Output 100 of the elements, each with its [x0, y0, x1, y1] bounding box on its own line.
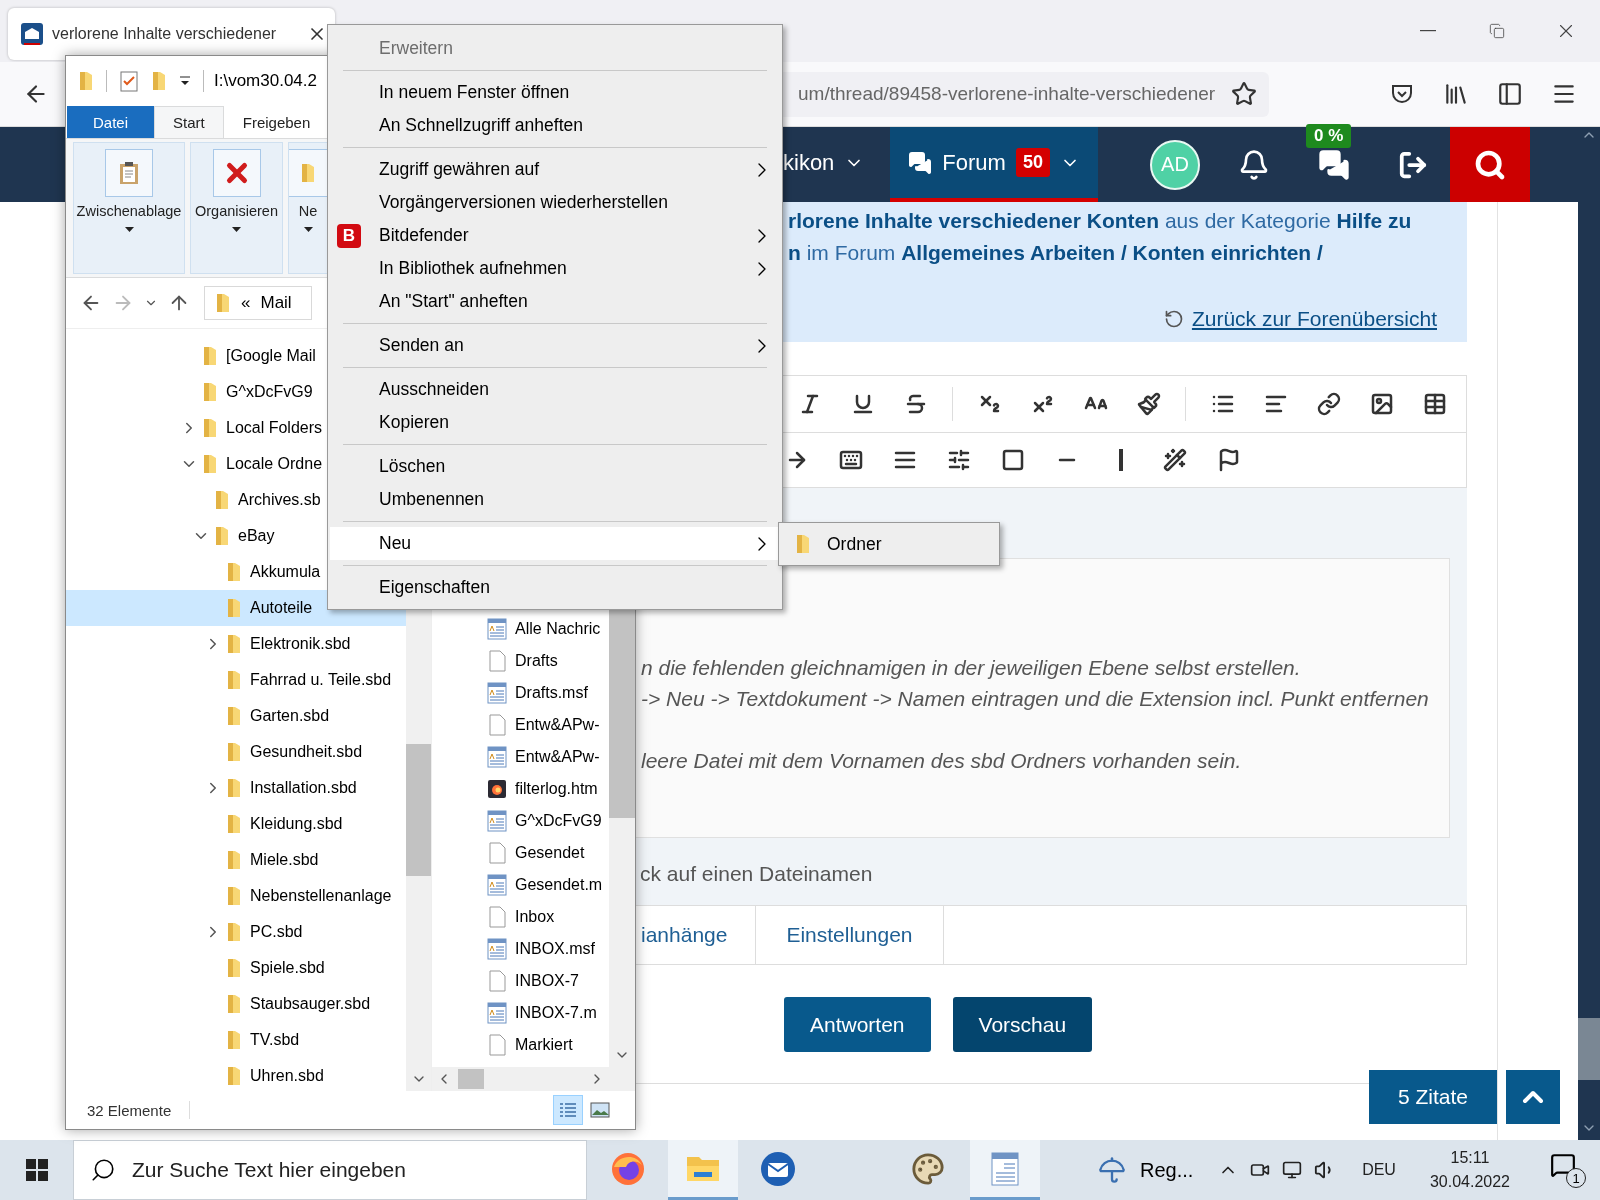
- tree-item[interactable]: TV.sbd: [66, 1022, 406, 1058]
- menu-item[interactable]: Löschen: [330, 450, 780, 483]
- ribbon-group[interactable]: Ne: [288, 142, 328, 274]
- menu-item[interactable]: Ordner: [779, 523, 999, 565]
- details-view-button[interactable]: [553, 1095, 583, 1125]
- tree-item[interactable]: Spiele.sbd: [66, 950, 406, 986]
- tree-item[interactable]: Gesundheit.sbd: [66, 734, 406, 770]
- tree-item[interactable]: Kleidung.sbd: [66, 806, 406, 842]
- tree-item[interactable]: Elektronik.sbd: [66, 626, 406, 662]
- ribbon-tab[interactable]: Datei: [67, 106, 155, 138]
- taskbar-app[interactable]: Reg...: [1090, 1140, 1202, 1200]
- language-indicator[interactable]: DEU: [1362, 1161, 1396, 1179]
- tree-item[interactable]: Garten.sbd: [66, 698, 406, 734]
- preview-button[interactable]: Vorschau: [952, 997, 1093, 1052]
- folder-icon: [226, 922, 242, 942]
- bookmark-star-icon[interactable]: [1231, 81, 1257, 107]
- tree-item[interactable]: Staubsauger.sbd: [66, 986, 406, 1022]
- file-item[interactable]: Entw&APw-: [487, 741, 609, 773]
- nav-item[interactable]: Forum 50: [890, 127, 1098, 202]
- menu-item[interactable]: Neu: [330, 527, 780, 560]
- scrollbar-thumb[interactable]: [406, 744, 431, 876]
- table-icon[interactable]: [1422, 391, 1447, 416]
- breadcrumb-text: n im Forum Allgemeines Arbeiten / Konten einrichten /: [788, 240, 1324, 266]
- scrollbar-thumb[interactable]: [458, 1069, 484, 1089]
- ribbon-tab[interactable]: Start: [154, 106, 224, 138]
- file-item[interactable]: Entw&APw-: [487, 709, 609, 741]
- menu-item[interactable]: Senden an: [330, 329, 780, 362]
- tree-item[interactable]: Uhren.sbd: [66, 1058, 406, 1091]
- document-icon: [487, 874, 507, 896]
- item-count: 32 Elemente: [87, 1101, 172, 1119]
- vertical-bar-icon[interactable]: [1118, 447, 1124, 472]
- address-bar[interactable]: « Mail: [204, 286, 312, 320]
- blank-file-icon: [487, 650, 507, 672]
- blank-file-icon: [487, 970, 507, 992]
- file-item[interactable]: Markiert: [487, 1029, 609, 1061]
- square-icon[interactable]: [1001, 447, 1025, 472]
- chat-icon[interactable]: [1317, 148, 1350, 181]
- file-item[interactable]: Drafts.msf: [487, 677, 609, 709]
- tree-item[interactable]: Installation.sbd: [66, 770, 406, 806]
- file-item[interactable]: INBOX-7: [487, 965, 609, 997]
- sliders-icon[interactable]: [947, 447, 971, 472]
- file-item[interactable]: filterlog.htm: [487, 773, 609, 805]
- network-icon[interactable]: [1282, 1160, 1303, 1180]
- breadcrumb-item[interactable]: Mail: [260, 293, 292, 313]
- menu-item[interactable]: B Bitdefender: [330, 219, 780, 252]
- search-icon: [1473, 148, 1506, 181]
- logout-icon[interactable]: [1397, 149, 1428, 180]
- editor-text: leere Datei mit dem Vornamen des sbd Ordners vorhanden sein.: [641, 748, 1243, 774]
- scroll-top-button[interactable]: [1506, 1070, 1560, 1124]
- tree-item[interactable]: Nebenstellenanlage: [66, 878, 406, 914]
- group-label: Organisieren: [195, 203, 278, 219]
- menu-item[interactable]: In neuem Fenster öffnen: [330, 76, 780, 109]
- scrollbar-thumb[interactable]: [1578, 1018, 1600, 1080]
- ribbon-group[interactable]: Zwischenablage: [73, 142, 185, 274]
- file-item[interactable]: INBOX.msf: [487, 933, 609, 965]
- folder-icon: [226, 706, 242, 726]
- link-icon[interactable]: [1316, 391, 1341, 416]
- magic-wand-icon[interactable]: [1163, 447, 1187, 472]
- paintbrush-icon[interactable]: [1136, 391, 1161, 416]
- tree-item[interactable]: Miele.sbd: [66, 842, 406, 878]
- minimize-icon: [1419, 30, 1436, 32]
- tree-item[interactable]: Fahrrad u. Teile.sbd: [66, 662, 406, 698]
- document-icon: [487, 682, 507, 704]
- details-view-icon: [559, 1101, 577, 1119]
- document-icon: [487, 938, 507, 960]
- file-item[interactable]: Inbox: [487, 901, 609, 933]
- properties-icon[interactable]: [119, 70, 139, 92]
- taskbar-app[interactable]: [970, 1140, 1040, 1200]
- image-icon[interactable]: [1369, 391, 1394, 416]
- folder-icon: [226, 562, 242, 582]
- firefox-app-icon: [610, 1150, 646, 1187]
- flag-icon[interactable]: [1217, 447, 1241, 472]
- file-item[interactable]: Gesendet: [487, 837, 609, 869]
- undo-icon: [1163, 309, 1184, 329]
- reply-button[interactable]: Antworten: [784, 997, 931, 1052]
- clock-time: 15:11: [1450, 1148, 1490, 1168]
- restore-icon: [1488, 23, 1505, 39]
- search-field[interactable]: Zur Suche Text hier eingeben: [130, 1157, 586, 1183]
- quotes-button[interactable]: 5 Zitate: [1369, 1070, 1497, 1124]
- file-item[interactable]: Alle Nachric: [487, 613, 609, 645]
- dropdown-icon[interactable]: [179, 75, 191, 87]
- file-item[interactable]: Drafts: [487, 645, 609, 677]
- menu-item[interactable]: Kopieren: [330, 406, 780, 439]
- folder-icon: [795, 534, 811, 554]
- notification-button[interactable]: 1: [1550, 1152, 1586, 1188]
- file-item[interactable]: G^xDcFvG9: [487, 805, 609, 837]
- search-bar[interactable]: Zur Suche Text hier eingeben: [73, 1140, 587, 1200]
- browser-tab[interactable]: verlorene Inhalte verschiedener: [8, 8, 335, 60]
- taskbar-app[interactable]: [668, 1140, 738, 1200]
- file-item[interactable]: Gesendet.m: [487, 869, 609, 901]
- search-button[interactable]: [1449, 127, 1530, 202]
- menu-item[interactable]: Ausschneiden: [330, 373, 780, 406]
- file-item[interactable]: INBOX-7.m: [487, 997, 609, 1029]
- menu-item[interactable]: Umbenennen: [330, 483, 780, 516]
- ribbon-group[interactable]: Organisieren: [190, 142, 283, 274]
- menu-item[interactable]: An "Start" anheften: [330, 285, 780, 318]
- menu-item[interactable]: In Bibliothek aufnehmen: [330, 252, 780, 285]
- back-link[interactable]: Zurück zur Forenübersicht: [1163, 307, 1437, 331]
- document-icon: [487, 746, 507, 768]
- tree-item[interactable]: PC.sbd: [66, 914, 406, 950]
